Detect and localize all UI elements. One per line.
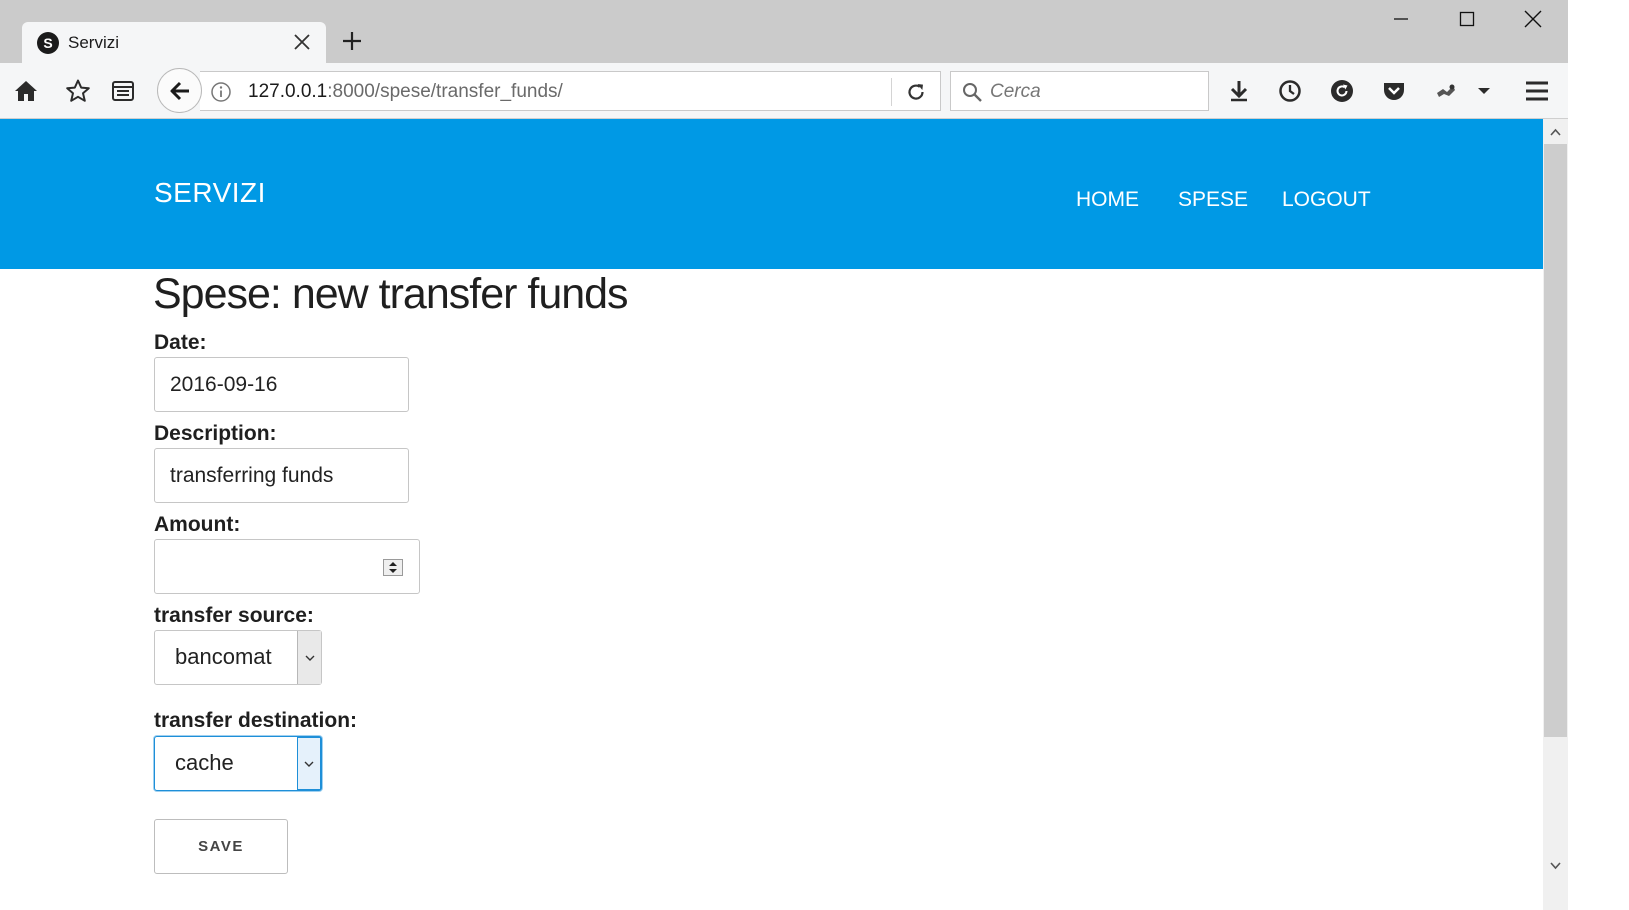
minimize-window-icon[interactable] (1368, 0, 1434, 38)
address-bar[interactable]: 127.0.0.1:8000/spese/transfer_funds/ (200, 71, 941, 111)
close-tab-icon[interactable] (292, 32, 312, 52)
desktop-background (1568, 0, 1629, 910)
nav-home-link[interactable]: HOME (1076, 188, 1139, 212)
vertical-scrollbar[interactable] (1543, 119, 1568, 910)
page-title: Spese: new transfer funds (153, 270, 629, 318)
nav-spese-link[interactable]: SPESE (1178, 188, 1248, 212)
amount-input[interactable] (154, 539, 420, 594)
page-viewport: SERVIZI HOME SPESE LOGOUT Spese: new tra… (0, 119, 1543, 910)
browser-toolbar: 127.0.0.1:8000/spese/transfer_funds/ Cer… (0, 63, 1629, 119)
site-brand[interactable]: SERVIZI (154, 177, 266, 209)
browser-tab[interactable]: S Servizi (22, 22, 326, 63)
tab-strip: S Servizi (0, 0, 1629, 63)
nav-logout-link[interactable]: LOGOUT (1282, 188, 1371, 212)
url-host: 127.0.0.1 (248, 81, 328, 102)
tab-title: Servizi (68, 33, 120, 52)
site-favicon-icon: S (37, 32, 59, 54)
sync-icon[interactable] (1326, 75, 1358, 107)
description-input[interactable] (154, 448, 409, 503)
scrollbar-thumb[interactable] (1544, 144, 1567, 737)
save-button[interactable]: SAVE (154, 819, 288, 874)
maximize-window-icon[interactable] (1434, 0, 1500, 38)
transfer-destination-value: cache (175, 750, 234, 775)
date-label: Date: (154, 331, 207, 354)
downloads-icon[interactable] (1223, 75, 1255, 107)
bookmark-star-icon[interactable] (62, 75, 94, 107)
url-path: :8000/spese/transfer_funds/ (327, 81, 563, 102)
pocket-icon[interactable] (1378, 75, 1410, 107)
chevron-down-icon[interactable] (297, 631, 321, 684)
extension-icon[interactable] (1430, 75, 1462, 107)
close-window-icon[interactable] (1500, 0, 1566, 38)
transfer-source-select[interactable]: bancomat (154, 630, 322, 685)
chevron-down-icon[interactable] (297, 737, 321, 790)
search-bar[interactable]: Cerca (950, 71, 1209, 111)
search-icon (961, 81, 983, 103)
transfer-source-value: bancomat (175, 644, 272, 669)
home-icon[interactable] (10, 75, 42, 107)
amount-label: Amount: (154, 513, 241, 536)
transfer-destination-select[interactable]: cache (154, 736, 322, 791)
library-icon[interactable] (107, 75, 139, 107)
history-icon[interactable] (1274, 75, 1306, 107)
scroll-down-icon[interactable] (1549, 859, 1562, 872)
extension-menu-chevron-icon[interactable] (1470, 75, 1498, 107)
description-label: Description: (154, 422, 277, 445)
search-placeholder: Cerca (990, 81, 1041, 102)
url-divider (891, 78, 892, 106)
hamburger-menu-icon[interactable] (1521, 75, 1553, 107)
scroll-up-icon[interactable] (1549, 126, 1562, 139)
site-info-icon[interactable] (210, 81, 232, 103)
date-input[interactable] (154, 357, 409, 412)
transfer-source-label: transfer source: (154, 604, 314, 627)
reload-icon[interactable] (905, 81, 927, 103)
site-header: SERVIZI HOME SPESE LOGOUT (0, 119, 1543, 269)
new-tab-button[interactable] (341, 30, 363, 52)
back-arrow-icon (170, 81, 189, 100)
transfer-destination-label: transfer destination: (154, 709, 358, 732)
amount-spinner-icon[interactable] (383, 559, 403, 576)
back-button[interactable] (157, 68, 202, 113)
url-text: 127.0.0.1:8000/spese/transfer_funds/ (248, 81, 563, 103)
